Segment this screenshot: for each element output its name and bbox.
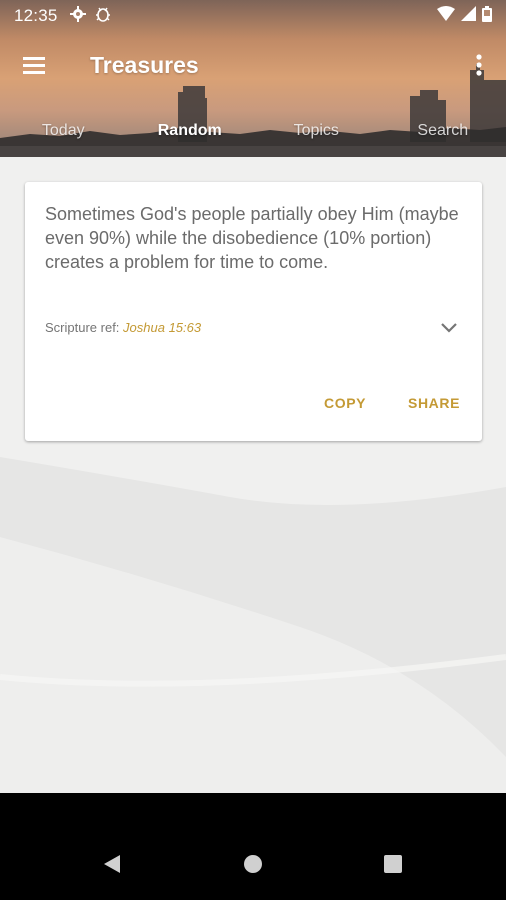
back-icon[interactable] [102,853,122,880]
status-bar: 12:35 [0,0,506,32]
tab-search[interactable]: Search [380,116,506,157]
home-icon[interactable] [244,855,262,873]
app-title: Treasures [90,52,199,78]
signal-icon [461,6,476,26]
settings-gear-icon [69,5,86,27]
app-toolbar: Treasures [0,40,506,92]
debug-bug-icon [95,5,111,28]
battery-icon [482,5,492,27]
recents-icon[interactable] [384,855,402,873]
more-vert-icon[interactable] [474,52,484,78]
wifi-icon [437,6,455,26]
tab-today[interactable]: Today [0,116,127,157]
hamburger-menu-icon[interactable] [22,54,48,76]
tab-topics[interactable]: Topics [253,116,380,157]
tab-random[interactable]: Random [127,116,254,157]
quote-text: Sometimes God's people partially obey Hi… [45,204,459,272]
share-button[interactable]: SHARE [408,395,460,411]
chevron-down-icon[interactable] [440,321,458,335]
scripture-reference: Scripture ref: Joshua 15:63 [45,320,201,335]
tab-bar: Today Random Topics Search [0,116,506,157]
scripture-ref-link[interactable]: Joshua 15:63 [123,320,201,335]
quote-card: Sometimes God's people partially obey Hi… [25,182,482,441]
copy-button[interactable]: COPY [324,395,366,411]
status-time: 12:35 [14,6,58,25]
scripture-label: Scripture ref: [45,320,124,335]
system-nav-bar [0,793,506,900]
